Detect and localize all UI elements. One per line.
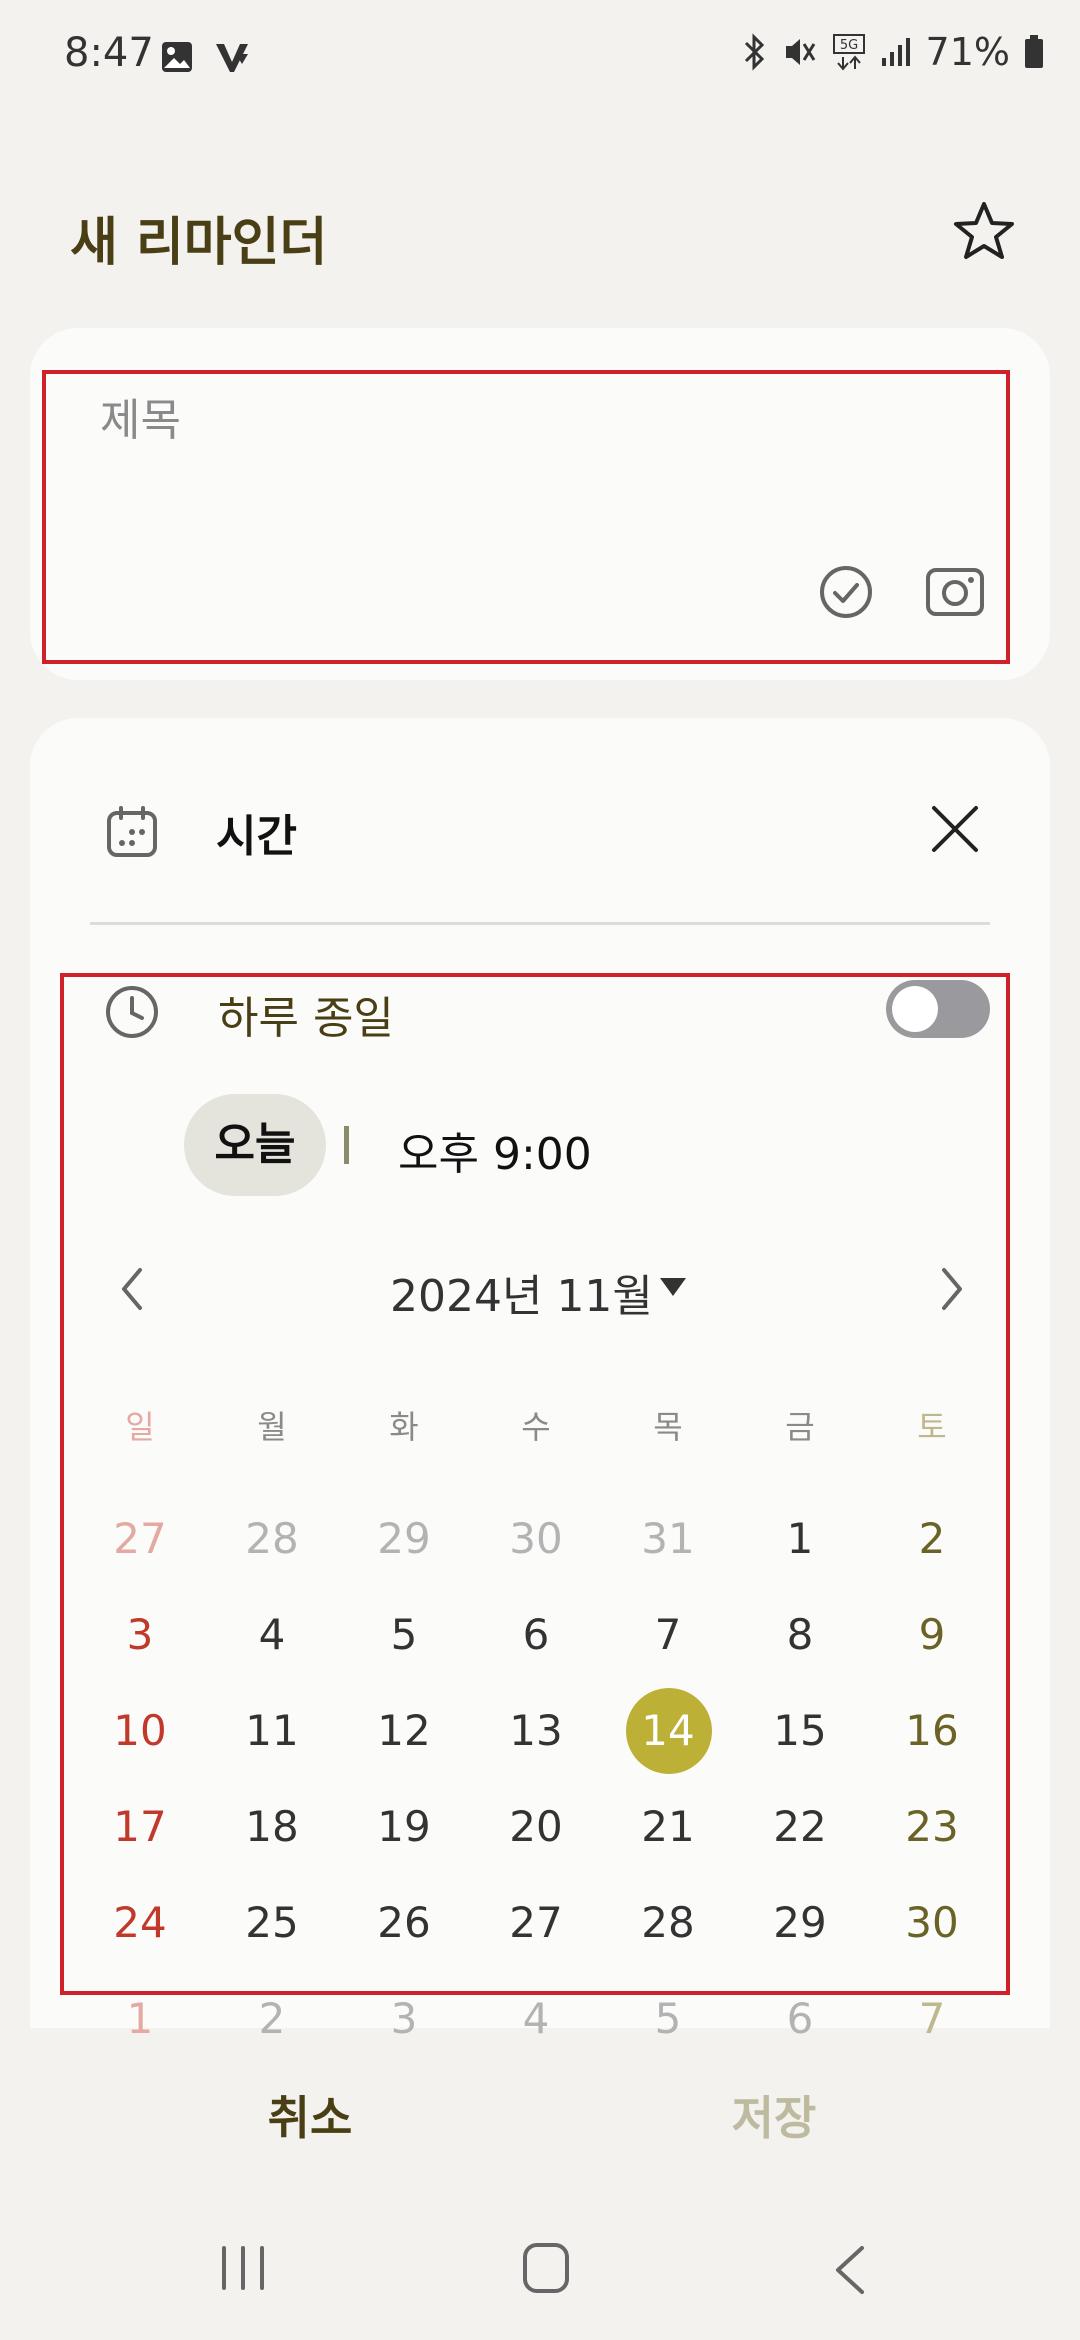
save-button[interactable]: 저장 (664, 2080, 884, 2150)
prev-month-chevron-icon[interactable] (112, 1262, 152, 1316)
calendar-day[interactable]: 30 (866, 1898, 998, 1947)
calendar-day[interactable]: 3 (74, 1610, 206, 1659)
mute-icon (782, 34, 818, 70)
calendar-day[interactable]: 18 (206, 1802, 338, 1851)
app-notification-icon (214, 40, 250, 74)
gallery-icon (160, 40, 194, 74)
calendar-day[interactable]: 28 (602, 1898, 734, 1947)
month-label[interactable]: 2024년 11월 (390, 1260, 653, 1324)
date-chip-today[interactable]: 오늘 (184, 1094, 326, 1196)
calendar-day[interactable]: 31 (602, 1514, 734, 1563)
calendar-day[interactable]: 7 (602, 1610, 734, 1659)
battery-icon (1024, 35, 1044, 69)
weekday-label: 금 (785, 1408, 815, 1446)
close-icon[interactable] (928, 802, 982, 856)
calendar-day[interactable]: 19 (338, 1802, 470, 1851)
weekday-label: 월 (257, 1408, 287, 1446)
calendar-day[interactable]: 12 (338, 1706, 470, 1755)
calendar-day[interactable]: 6 (734, 1994, 866, 2043)
status-time: 8:47 (64, 30, 154, 76)
next-month-chevron-icon[interactable] (932, 1262, 972, 1316)
calendar-day[interactable]: 2 (866, 1514, 998, 1563)
calendar-day[interactable]: 5 (602, 1994, 734, 2043)
divider (90, 922, 990, 925)
calendar-day[interactable]: 26 (338, 1898, 470, 1947)
calendar-day[interactable]: 4 (206, 1610, 338, 1659)
bottom-action-bar (0, 2028, 1080, 2228)
cancel-button[interactable]: 취소 (200, 2080, 420, 2150)
checkmark-circle-icon[interactable] (818, 564, 874, 620)
weekday-label: 화 (389, 1408, 419, 1446)
calendar-day[interactable]: 29 (338, 1514, 470, 1563)
calendar-day[interactable]: 20 (470, 1802, 602, 1851)
weekday-label: 수 (521, 1408, 551, 1446)
time-value[interactable]: 오후 9:00 (398, 1118, 592, 1182)
weekday-label: 목 (653, 1408, 683, 1446)
calendar-day[interactable]: 3 (338, 1994, 470, 2043)
svg-text:5G: 5G (839, 38, 857, 53)
calendar-day[interactable]: 24 (74, 1898, 206, 1947)
calendar-icon (106, 806, 158, 858)
time-section-label: 시간 (216, 811, 297, 862)
date-chip-label: 오늘 (214, 1119, 296, 1170)
toggle-knob (892, 986, 938, 1032)
calendar-day[interactable]: 10 (74, 1706, 206, 1755)
battery-percent: 71% (925, 30, 1010, 74)
calendar-day[interactable]: 15 (734, 1706, 866, 1755)
calendar-day[interactable]: 22 (734, 1802, 866, 1851)
calendar-day[interactable]: 28 (206, 1514, 338, 1563)
calendar-day[interactable]: 7 (866, 1994, 998, 2043)
calendar-day[interactable]: 6 (470, 1610, 602, 1659)
clock-icon (104, 984, 160, 1040)
bluetooth-icon (742, 33, 768, 71)
page-title: 새 리마인더 (70, 213, 328, 273)
all-day-label: 하루 종일 (218, 993, 394, 1044)
calendar-day[interactable]: 1 (734, 1514, 866, 1563)
favorite-star-icon[interactable] (950, 198, 1018, 266)
calendar-day[interactable]: 23 (866, 1802, 998, 1851)
calendar-day[interactable]: 16 (866, 1706, 998, 1755)
title-input[interactable] (100, 390, 900, 450)
weekday-label: 토 (917, 1408, 947, 1446)
calendar-day[interactable]: 27 (470, 1898, 602, 1947)
calendar-day[interactable]: 8 (734, 1610, 866, 1659)
dropdown-triangle-icon[interactable] (658, 1274, 688, 1300)
recent-apps-icon[interactable] (218, 2246, 268, 2290)
calendar-day[interactable]: 27 (74, 1514, 206, 1563)
calendar-day[interactable]: 25 (206, 1898, 338, 1947)
signal-icon (880, 36, 912, 68)
calendar-day[interactable]: 21 (602, 1802, 734, 1851)
camera-icon[interactable] (924, 564, 986, 620)
calendar-day[interactable]: 11 (206, 1706, 338, 1755)
calendar-day[interactable]: 17 (74, 1802, 206, 1851)
calendar-day[interactable]: 13 (470, 1706, 602, 1755)
home-icon[interactable] (522, 2242, 570, 2294)
calendar-day-selected[interactable]: 14 (602, 1706, 734, 1755)
weekday-label: 일 (125, 1408, 155, 1446)
back-icon[interactable] (832, 2244, 868, 2296)
calendar-day[interactable]: 4 (470, 1994, 602, 2043)
all-day-toggle[interactable] (886, 980, 990, 1038)
network-5g-icon: 5G (832, 33, 866, 71)
calendar-day[interactable]: 9 (866, 1610, 998, 1659)
calendar-day[interactable]: 30 (470, 1514, 602, 1563)
chip-separator (344, 1126, 349, 1164)
calendar-day[interactable]: 2 (206, 1994, 338, 2043)
calendar-day[interactable]: 29 (734, 1898, 866, 1947)
status-bar: 8:47 5G 71% (0, 0, 1080, 120)
calendar-day[interactable]: 1 (74, 1994, 206, 2043)
calendar-day[interactable]: 5 (338, 1610, 470, 1659)
